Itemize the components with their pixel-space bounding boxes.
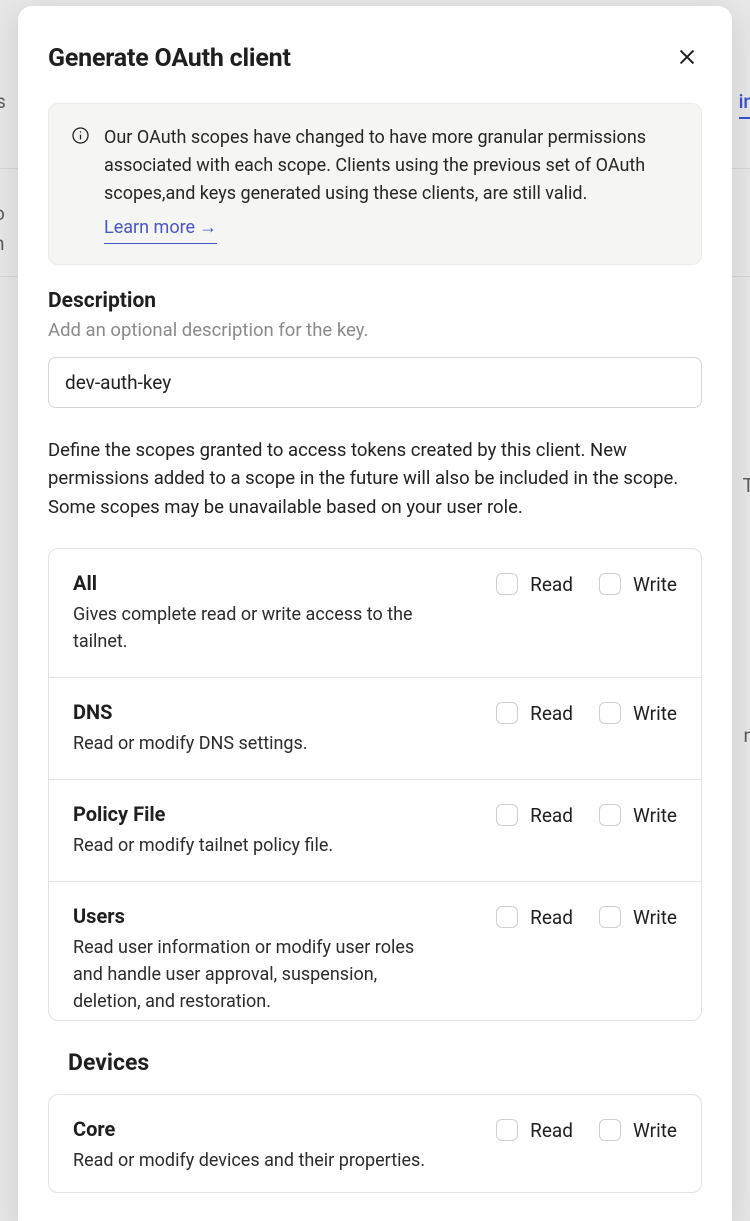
checkbox[interactable] <box>496 804 518 826</box>
checkbox[interactable] <box>599 906 621 928</box>
write-label: Write <box>633 702 677 725</box>
description-input[interactable] <box>48 357 702 408</box>
scope-list: All Gives complete read or write access … <box>48 548 702 1021</box>
checkbox[interactable] <box>599 804 621 826</box>
modal-header: Generate OAuth client <box>48 42 702 75</box>
write-label: Write <box>633 906 677 929</box>
scope-dns-write[interactable]: Write <box>599 702 677 725</box>
scope-row-all: All Gives complete read or write access … <box>49 549 701 678</box>
scope-desc: Read or modify DNS settings. <box>73 730 433 757</box>
checkbox[interactable] <box>599 1119 621 1141</box>
learn-more-link[interactable]: Learn more → <box>104 214 217 244</box>
checkbox[interactable] <box>599 573 621 595</box>
read-label: Read <box>530 906 573 929</box>
oauth-client-modal: Generate OAuth client Our OAuth scopes h… <box>18 6 732 1221</box>
scope-core-read[interactable]: Read <box>496 1119 573 1142</box>
info-message: Our OAuth scopes have changed to have mo… <box>104 124 679 244</box>
scope-row-core: Core Read or modify devices and their pr… <box>49 1095 701 1193</box>
scope-row-dns: DNS Read or modify DNS settings. Read Wr… <box>49 678 701 780</box>
scope-core-write[interactable]: Write <box>599 1119 677 1142</box>
scope-desc: Gives complete read or write access to t… <box>73 601 433 655</box>
scope-title: DNS <box>73 700 476 724</box>
scope-title: Policy File <box>73 802 476 826</box>
modal-title: Generate OAuth client <box>48 44 291 73</box>
description-label: Description <box>48 289 702 313</box>
write-label: Write <box>633 804 677 827</box>
bg-text: T <box>743 474 750 497</box>
bg-text: n <box>0 232 5 255</box>
scope-policy-read[interactable]: Read <box>496 804 573 827</box>
scope-title: Core <box>73 1117 476 1141</box>
checkbox[interactable] <box>496 1119 518 1141</box>
bg-text: n <box>744 724 750 747</box>
close-icon <box>676 46 698 71</box>
bg-text: o <box>0 202 5 225</box>
arrow-right-icon: → <box>199 214 217 242</box>
scope-title: Users <box>73 904 476 928</box>
checkbox[interactable] <box>496 702 518 724</box>
bg-text: in <box>739 90 750 119</box>
info-banner: Our OAuth scopes have changed to have mo… <box>48 103 702 265</box>
scope-all-read[interactable]: Read <box>496 573 573 596</box>
scope-desc: Read or modify tailnet policy file. <box>73 832 433 859</box>
checkbox[interactable] <box>496 573 518 595</box>
write-label: Write <box>633 1119 677 1142</box>
close-button[interactable] <box>672 42 702 75</box>
scope-users-write[interactable]: Write <box>599 906 677 929</box>
scopes-intro: Define the scopes granted to access toke… <box>48 436 702 522</box>
read-label: Read <box>530 804 573 827</box>
scope-row-users: Users Read user information or modify us… <box>49 882 701 1021</box>
info-icon <box>71 126 90 244</box>
scope-desc: Read or modify devices and their propert… <box>73 1147 433 1174</box>
description-hint: Add an optional description for the key. <box>48 319 702 341</box>
read-label: Read <box>530 702 573 725</box>
read-label: Read <box>530 1119 573 1142</box>
scope-desc: Read user information or modify user rol… <box>73 934 433 1015</box>
devices-scope-list: Core Read or modify devices and their pr… <box>48 1094 702 1193</box>
read-label: Read <box>530 573 573 596</box>
scope-row-policy: Policy File Read or modify tailnet polic… <box>49 780 701 882</box>
scope-dns-read[interactable]: Read <box>496 702 573 725</box>
scope-all-write[interactable]: Write <box>599 573 677 596</box>
scope-policy-write[interactable]: Write <box>599 804 677 827</box>
write-label: Write <box>633 573 677 596</box>
info-text: Our OAuth scopes have changed to have mo… <box>104 127 646 204</box>
checkbox[interactable] <box>496 906 518 928</box>
learn-more-label: Learn more <box>104 214 195 242</box>
scope-users-read[interactable]: Read <box>496 906 573 929</box>
devices-section-heading: Devices <box>68 1049 702 1076</box>
description-section: Description Add an optional description … <box>48 289 702 436</box>
checkbox[interactable] <box>599 702 621 724</box>
bg-text: s <box>0 90 6 113</box>
scope-title: All <box>73 571 476 595</box>
